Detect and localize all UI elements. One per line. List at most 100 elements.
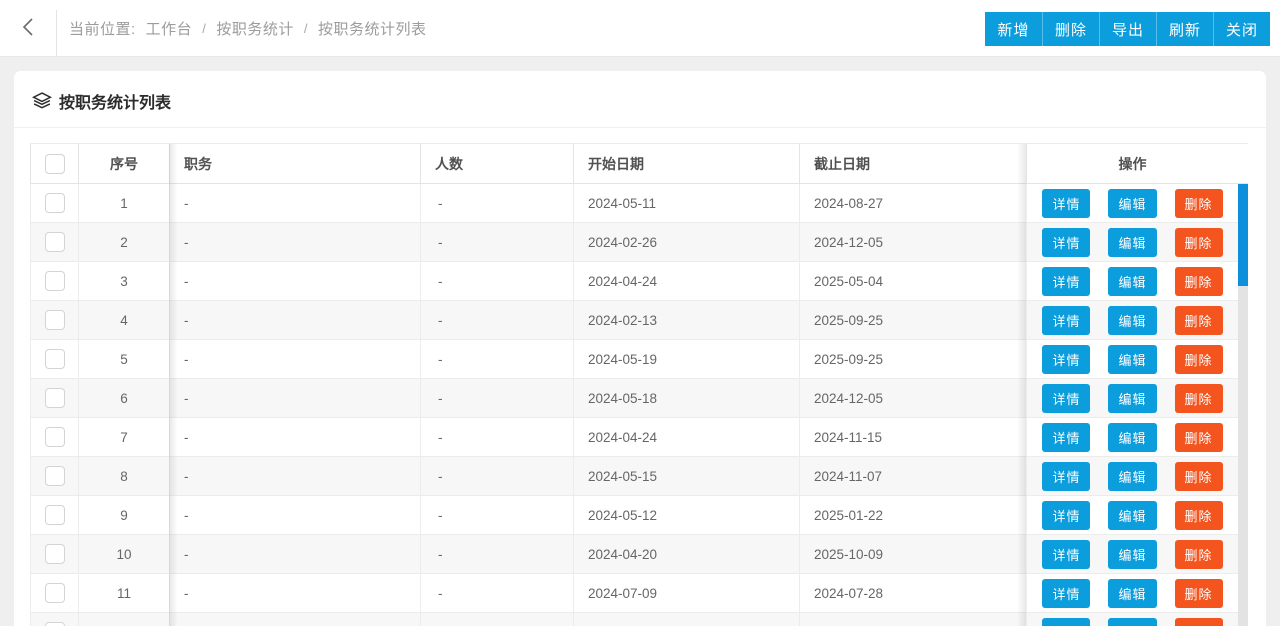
delete-button[interactable]: 删除 [1042, 12, 1099, 46]
row-checkbox[interactable] [44, 622, 65, 626]
cell-end: 2025-09-25 [799, 300, 1027, 340]
row-checkbox[interactable] [44, 310, 65, 330]
row-checkbox[interactable] [44, 505, 65, 525]
table-row: 3- -2024-04-24 2025-05-04 详情 编辑 删除 [30, 261, 1239, 301]
detail-button[interactable]: 详情 [1042, 188, 1091, 218]
row-checkbox[interactable] [44, 193, 65, 213]
cell-position: - [169, 573, 421, 613]
vertical-scrollbar-track[interactable] [1238, 184, 1248, 626]
row-checkbox[interactable] [44, 583, 65, 603]
delete-button[interactable]: 删除 [1174, 500, 1223, 530]
delete-button[interactable]: 删除 [1174, 266, 1223, 296]
cell-start: 2024-04-24 [573, 417, 800, 457]
cell-end: 2025-01-22 [799, 495, 1027, 535]
edit-button[interactable]: 编辑 [1108, 578, 1157, 608]
cell-position: - [169, 339, 421, 379]
cell-end: 2025-09-25 [799, 339, 1027, 379]
detail-button[interactable]: 详情 [1042, 500, 1091, 530]
delete-button[interactable]: 删除 [1174, 617, 1223, 626]
row-checkbox-cell [30, 573, 79, 613]
delete-button[interactable]: 删除 [1174, 461, 1223, 491]
cell-index: 4 [78, 300, 170, 340]
cell-position: - [169, 534, 421, 574]
cell-end: 2024-11-07 [799, 456, 1027, 496]
cell-position: - [169, 261, 421, 301]
detail-button[interactable]: 详情 [1042, 383, 1091, 413]
row-actions-cell: 详情编辑删除 [1026, 300, 1239, 340]
detail-button[interactable]: 详情 [1042, 227, 1091, 257]
detail-button[interactable]: 详情 [1042, 305, 1091, 335]
delete-button[interactable]: 删除 [1174, 578, 1223, 608]
row-checkbox-cell [30, 300, 79, 340]
table-row: 6- -2024-05-18 2024-12-05 详情 编辑 删除 [30, 378, 1239, 418]
cell-position: - [169, 300, 421, 340]
delete-button[interactable]: 删除 [1174, 227, 1223, 257]
edit-button[interactable]: 编辑 [1108, 422, 1157, 452]
close-button[interactable]: 关闭 [1213, 12, 1270, 46]
row-actions-cell: 详情编辑删除 [1026, 417, 1239, 457]
row-checkbox[interactable] [44, 271, 65, 291]
topbar-actions: 新增 删除 导出 刷新 关闭 [985, 12, 1270, 46]
delete-button[interactable]: 删除 [1174, 539, 1223, 569]
cell-start: 2024-02-13 [573, 300, 800, 340]
delete-button[interactable]: 删除 [1174, 422, 1223, 452]
cell-count: - [420, 339, 574, 379]
vertical-scrollbar-thumb[interactable] [1238, 184, 1248, 286]
table-row: 9- -2024-05-12 2025-01-22 详情 编辑 删除 [30, 495, 1239, 535]
cell-index: 5 [78, 339, 170, 379]
breadcrumb-item-stats[interactable]: 按职务统计 [216, 18, 294, 39]
cell-end: 2024-11-15 [799, 417, 1027, 457]
delete-button[interactable]: 删除 [1174, 305, 1223, 335]
cell-end: 2024-12-05 [799, 222, 1027, 262]
export-button[interactable]: 导出 [1099, 12, 1156, 46]
row-checkbox[interactable] [44, 388, 65, 408]
cell-start: 2024-05-19 [573, 339, 800, 379]
cell-count: - [420, 612, 574, 626]
edit-button[interactable]: 编辑 [1108, 227, 1157, 257]
delete-button[interactable]: 删除 [1174, 383, 1223, 413]
refresh-button[interactable]: 刷新 [1156, 12, 1213, 46]
table-row: 4- -2024-02-13 2025-09-25 详情 编辑 删除 [30, 300, 1239, 340]
cell-position: - [169, 495, 421, 535]
breadcrumb-item-workbench[interactable]: 工作台 [146, 18, 193, 39]
row-checkbox[interactable] [44, 232, 65, 252]
edit-button[interactable]: 编辑 [1108, 500, 1157, 530]
cell-count: - [420, 534, 574, 574]
edit-button[interactable]: 编辑 [1108, 539, 1157, 569]
delete-button[interactable]: 删除 [1174, 188, 1223, 218]
table-wrap: 序号 职务 人数 开始日期 截止日期 操作 1- -2024-05-11 2024-… [14, 128, 1266, 626]
detail-button[interactable]: 详情 [1042, 617, 1091, 626]
detail-button[interactable]: 详情 [1042, 461, 1091, 491]
detail-button[interactable]: 详情 [1042, 422, 1091, 452]
breadcrumb-separator: / [303, 20, 308, 36]
edit-button[interactable]: 编辑 [1108, 344, 1157, 374]
detail-button[interactable]: 详情 [1042, 539, 1091, 569]
add-button[interactable]: 新增 [985, 12, 1042, 46]
row-checkbox[interactable] [44, 349, 65, 369]
detail-button[interactable]: 详情 [1042, 266, 1091, 296]
select-all-cell [30, 143, 79, 184]
detail-button[interactable]: 详情 [1042, 344, 1091, 374]
content-card: 按职务统计列表 序号 职务 人数 开始日期 截止日期 操作 1 - - 2024… [14, 71, 1266, 626]
cell-index: 7 [78, 417, 170, 457]
edit-button[interactable]: 编辑 [1108, 461, 1157, 491]
cell-index: 12 [78, 612, 170, 626]
row-actions-cell: 详情编辑删除 [1026, 378, 1239, 418]
cell-index: 2 [78, 222, 170, 262]
back-button[interactable] [0, 0, 56, 56]
edit-button[interactable]: 编辑 [1108, 383, 1157, 413]
cell-start: 2024-01-25 [573, 612, 800, 626]
detail-button[interactable]: 详情 [1042, 578, 1091, 608]
cell-count: - [420, 378, 574, 418]
edit-button[interactable]: 编辑 [1108, 617, 1157, 626]
delete-button[interactable]: 删除 [1174, 344, 1223, 374]
edit-button[interactable]: 编辑 [1108, 188, 1157, 218]
row-checkbox[interactable] [44, 427, 65, 447]
edit-button[interactable]: 编辑 [1108, 266, 1157, 296]
row-checkbox[interactable] [44, 544, 65, 564]
table-header: 序号 职务 人数 开始日期 截止日期 操作 [30, 143, 1239, 184]
row-checkbox[interactable] [44, 466, 65, 486]
breadcrumb: 当前位置: 工作台 / 按职务统计 / 按职务统计列表 [69, 18, 426, 39]
edit-button[interactable]: 编辑 [1108, 305, 1157, 335]
select-all-checkbox[interactable] [44, 153, 65, 174]
